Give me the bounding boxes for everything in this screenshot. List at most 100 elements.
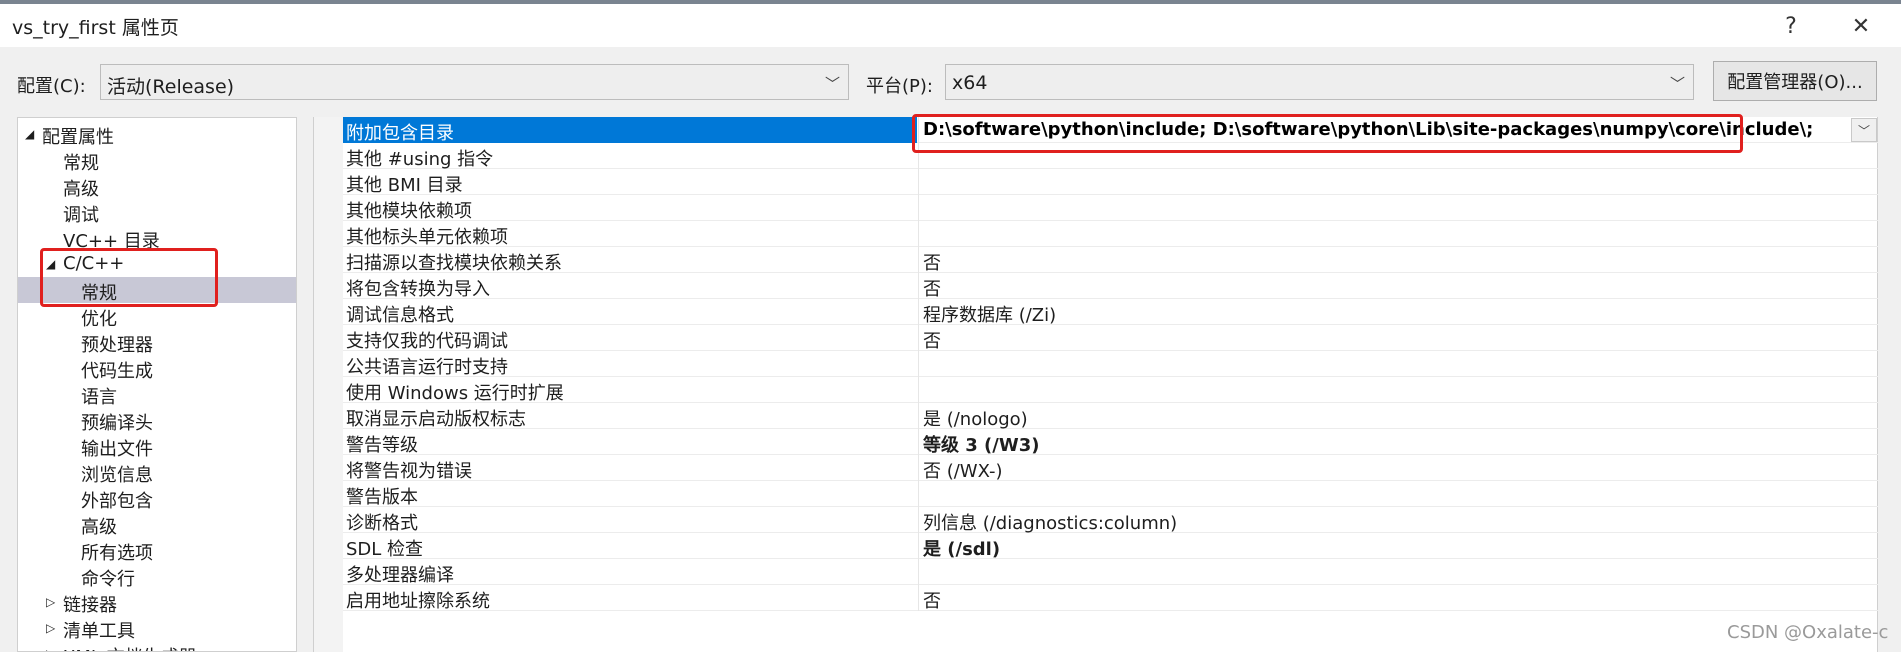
property-row[interactable]: 取消显示启动版权标志 是 (/nologo) — [343, 403, 1878, 431]
property-name: 其他 #using 指令 — [346, 149, 494, 170]
grid-gutter — [313, 117, 343, 652]
chevron-down-icon: ﹀ — [824, 75, 840, 93]
column-divider — [918, 585, 919, 611]
collapse-icon[interactable]: ◢ — [25, 127, 34, 141]
property-name: 调试信息格式 — [346, 305, 454, 326]
column-divider — [918, 481, 919, 507]
tree-item-label: 清单工具 — [63, 621, 135, 642]
config-combobox[interactable]: 活动(Release) ﹀ — [100, 64, 849, 100]
property-name: 将包含转换为导入 — [346, 279, 490, 300]
tree-item[interactable]: 所有选项 — [18, 537, 296, 564]
property-row[interactable]: 其他模块依赖项 — [343, 195, 1878, 222]
tree-item[interactable]: 语言 — [18, 381, 296, 408]
property-name: 支持仅我的代码调试 — [346, 331, 508, 352]
expand-icon[interactable]: ▷ — [46, 595, 55, 609]
config-value: 活动(Release) — [107, 76, 235, 98]
tree-item-label: XML 文档生成器 — [63, 643, 197, 651]
tree-item[interactable]: ▷ 清单工具 — [18, 615, 296, 642]
tree-item-label: 调试 — [63, 205, 99, 226]
tree-item[interactable]: 代码生成 — [18, 355, 296, 382]
property-value[interactable]: 程序数据库 (/Zi) — [923, 301, 1056, 327]
title-bar: vs_try_first 属性页 ? ✕ — [0, 4, 1901, 47]
tree-item-label: 优化 — [81, 309, 117, 330]
property-name: 其他 BMI 目录 — [346, 175, 463, 196]
column-divider — [918, 273, 919, 299]
tree-item[interactable]: 输出文件 — [18, 433, 296, 460]
property-row[interactable]: 多处理器编译 — [343, 559, 1878, 586]
tree-item[interactable]: 高级 — [18, 173, 296, 200]
property-name: 诊断格式 — [346, 513, 418, 534]
property-value[interactable]: 是 (/sdl) — [923, 535, 1000, 561]
chevron-down-icon: ﹀ — [1669, 75, 1685, 93]
property-row[interactable]: 诊断格式 列信息 (/diagnostics:column) — [343, 507, 1878, 535]
tree-item[interactable]: ▷ 链接器 — [18, 589, 296, 616]
window-title: vs_try_first 属性页 — [12, 17, 179, 39]
property-value[interactable]: 是 (/nologo) — [923, 405, 1028, 431]
tree-item[interactable]: ◢ 配置属性 — [18, 121, 296, 148]
column-divider — [918, 221, 919, 247]
property-value[interactable]: 否 — [923, 327, 941, 353]
property-value[interactable]: 否 — [923, 275, 941, 301]
property-name: 附加包含目录 — [346, 123, 454, 144]
property-name: 警告等级 — [346, 435, 418, 456]
property-row[interactable]: 调试信息格式 程序数据库 (/Zi) — [343, 299, 1878, 327]
property-value[interactable]: 否 (/WX-) — [923, 457, 1003, 483]
tree-item[interactable]: 浏览信息 — [18, 459, 296, 486]
configuration-manager-button[interactable]: 配置管理器(O)... — [1713, 61, 1877, 101]
property-name: 使用 Windows 运行时扩展 — [346, 383, 564, 404]
column-divider — [918, 429, 919, 455]
column-divider — [918, 533, 919, 559]
tree-item[interactable]: 高级 — [18, 511, 296, 538]
property-grid[interactable]: 附加包含目录 D:\software\python\include; D:\sof… — [343, 117, 1878, 652]
tree-item-label: 命令行 — [81, 569, 135, 590]
property-value[interactable]: 否 — [923, 249, 941, 275]
property-value[interactable]: 列信息 (/diagnostics:column) — [923, 509, 1177, 535]
column-divider — [918, 351, 919, 377]
property-row[interactable]: 警告版本 — [343, 481, 1878, 508]
property-row[interactable]: SDL 检查 是 (/sdl) — [343, 533, 1878, 561]
dropdown-icon[interactable]: ﹀ — [1851, 118, 1877, 142]
annotation-box-include-dirs — [912, 114, 1743, 153]
tree-item-label: 配置属性 — [42, 127, 114, 148]
property-row[interactable]: 扫描源以查找模块依赖关系 否 — [343, 247, 1878, 275]
column-divider — [918, 299, 919, 325]
tree-item-label: 所有选项 — [81, 543, 153, 564]
tree-item[interactable]: 常规 — [18, 147, 296, 174]
property-tree[interactable]: ◢ 配置属性 常规 高级 调试 VC++ 目录 ◢ C/C++ 常规 优化 预处理器 代码生成 语言 预编… — [17, 117, 297, 652]
tree-item-label: 输出文件 — [81, 439, 153, 460]
tree-item-label: 高级 — [81, 517, 117, 538]
help-icon[interactable]: ? — [1768, 8, 1814, 44]
property-row[interactable]: 将警告视为错误 否 (/WX-) — [343, 455, 1878, 483]
tree-item[interactable]: 命令行 — [18, 563, 296, 590]
expand-icon[interactable]: ▷ — [46, 621, 55, 635]
expand-icon[interactable]: ▷ — [46, 647, 55, 651]
tree-item[interactable]: 调试 — [18, 199, 296, 226]
property-row[interactable]: 警告等级 等级 3 (/W3) — [343, 429, 1878, 457]
tree-item-label: 浏览信息 — [81, 465, 153, 486]
property-row[interactable]: 公共语言运行时支持 — [343, 351, 1878, 378]
tree-item[interactable]: ▷ XML 文档生成器 — [18, 641, 296, 651]
property-row[interactable]: 将包含转换为导入 否 — [343, 273, 1878, 301]
column-divider — [918, 195, 919, 221]
platform-label: 平台(P): — [866, 76, 933, 97]
property-row[interactable]: 支持仅我的代码调试 否 — [343, 325, 1878, 353]
platform-combobox[interactable]: x64 ﹀ — [945, 64, 1694, 100]
property-row[interactable]: 其他标头单元依赖项 — [343, 221, 1878, 248]
property-row[interactable]: 其他 BMI 目录 — [343, 169, 1878, 196]
property-row[interactable]: 启用地址擦除系统 否 — [343, 585, 1878, 613]
tree-item[interactable]: 预编译头 — [18, 407, 296, 434]
tree-item-label: 链接器 — [63, 595, 117, 616]
property-name: 取消显示启动版权标志 — [346, 409, 526, 430]
property-name: 多处理器编译 — [346, 565, 454, 586]
property-row[interactable]: 使用 Windows 运行时扩展 — [343, 377, 1878, 404]
tree-item[interactable]: 外部包含 — [18, 485, 296, 512]
column-divider — [918, 377, 919, 403]
close-icon[interactable]: ✕ — [1838, 8, 1884, 44]
property-value[interactable]: 等级 3 (/W3) — [923, 431, 1039, 457]
tree-item[interactable]: 预处理器 — [18, 329, 296, 356]
tree-item-label: 外部包含 — [81, 491, 153, 512]
column-divider — [918, 325, 919, 351]
property-name: 警告版本 — [346, 487, 418, 508]
column-divider — [918, 169, 919, 195]
property-value[interactable]: 否 — [923, 587, 941, 613]
